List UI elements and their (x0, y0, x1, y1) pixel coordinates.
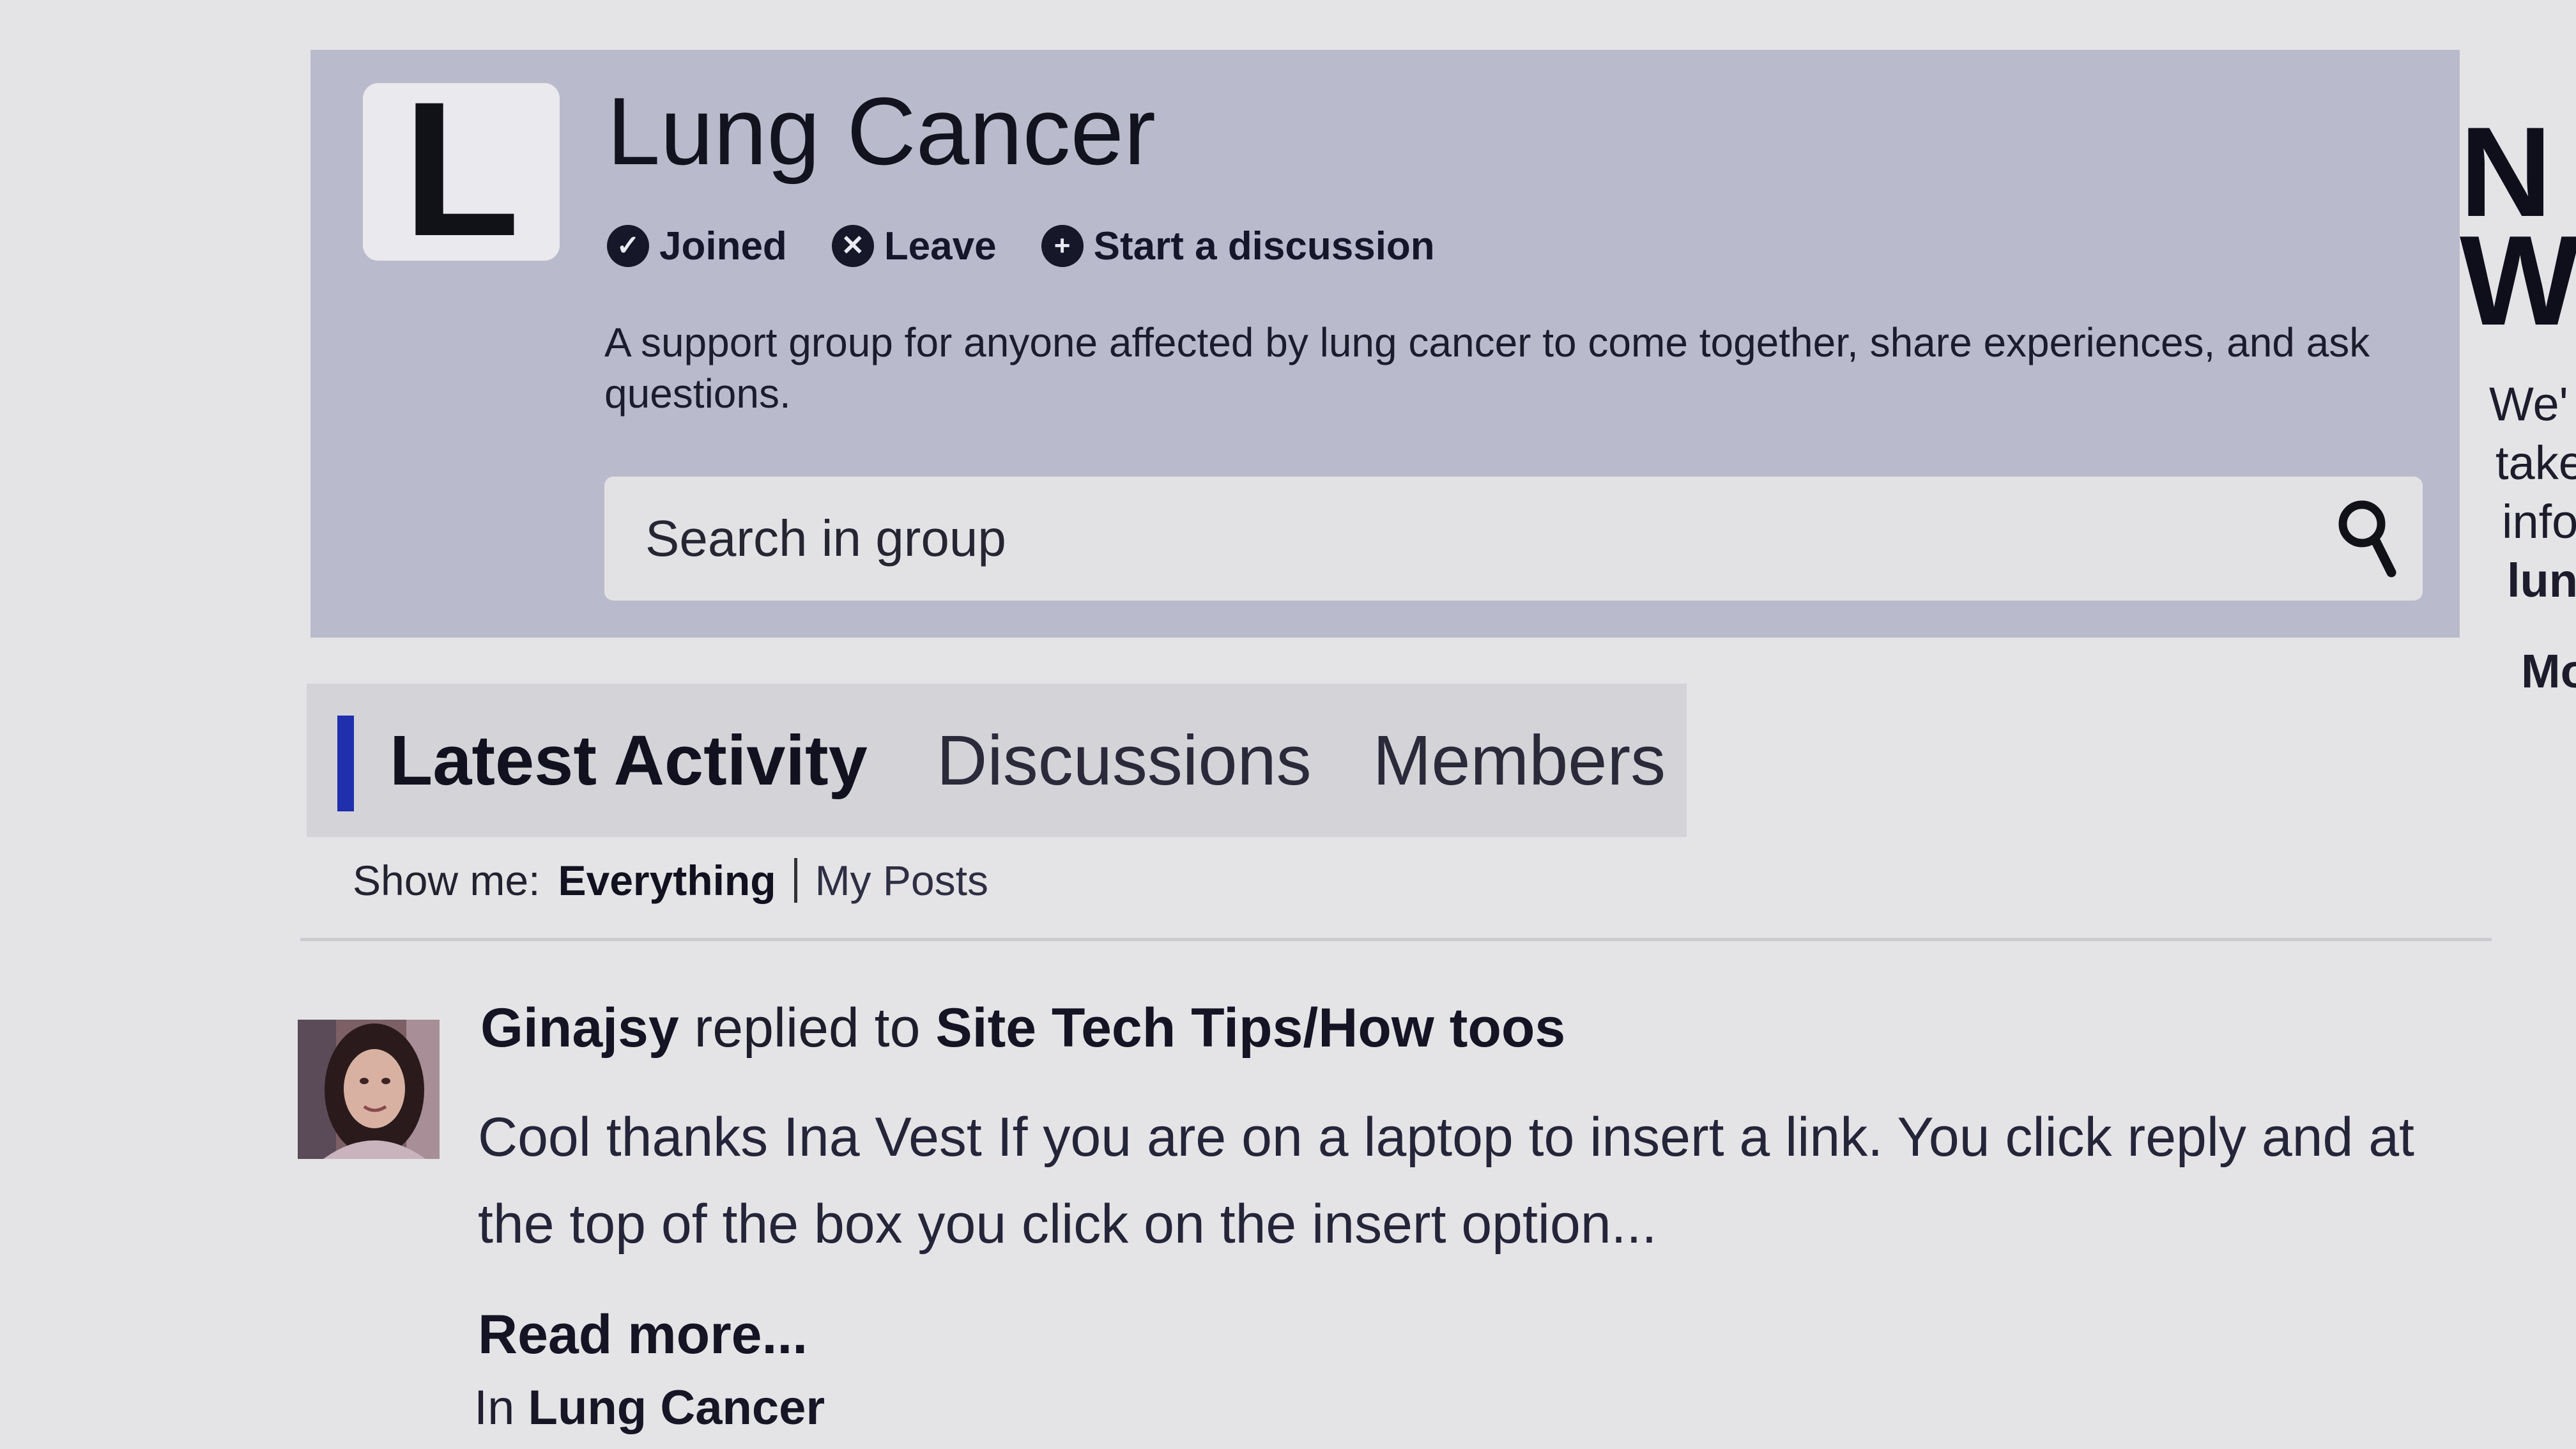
read-more-link[interactable]: Read more... (478, 1303, 808, 1367)
group-description: A support group for anyone affected by l… (604, 319, 2370, 417)
sidebar-text-line-3: info (2502, 495, 2576, 548)
search-icon (2338, 500, 2396, 578)
filter-divider (793, 858, 797, 903)
filter-my-posts[interactable]: My Posts (815, 856, 988, 905)
section-divider (300, 938, 2492, 941)
in-label: In (474, 1381, 515, 1435)
check-icon: ✓ (607, 225, 649, 267)
activity-user-link[interactable]: Ginajsy (480, 997, 679, 1059)
tab-latest-activity[interactable]: Latest Activity (307, 684, 906, 837)
group-search-input[interactable] (604, 477, 2423, 601)
sidebar-more-link[interactable]: Mo (2521, 644, 2576, 698)
activity-group-link[interactable]: Lung Cancer (528, 1381, 825, 1435)
group-logo-letter: L (402, 61, 520, 276)
plus-icon: + (1041, 225, 1084, 267)
activity-group-ref: In Lung Cancer (474, 1380, 825, 1436)
activity-verb: replied to (694, 997, 921, 1059)
group-title: Lung Cancer (607, 77, 1156, 185)
filter-label: Show me: (353, 857, 540, 904)
group-logo: L (363, 73, 560, 264)
right-sidebar: N W We' take info lun Mo (2460, 96, 2576, 703)
joined-button[interactable]: ✓ Joined (607, 224, 787, 269)
leave-button[interactable]: ✕ Leave (831, 224, 997, 269)
start-discussion-label: Start a discussion (1093, 224, 1435, 268)
activity-filter: Show me: Everything My Posts (353, 856, 988, 905)
close-icon: ✕ (831, 225, 874, 267)
sidebar-text-line-2: take (2496, 436, 2576, 489)
user-avatar[interactable] (298, 1020, 440, 1159)
joined-label: Joined (659, 224, 787, 268)
search-button[interactable] (2326, 491, 2409, 586)
filter-everything[interactable]: Everything (558, 856, 776, 905)
sidebar-text-line-1: We' (2489, 378, 2568, 431)
page: L Lung Cancer ✓ Joined ✕ Leave + Start a… (0, 0, 2576, 1449)
tab-discussions[interactable]: Discussions (906, 684, 1342, 837)
activity-topic-link[interactable]: Site Tech Tips/How toos (935, 997, 1565, 1059)
sidebar-heading-line-2: W (2460, 210, 2576, 352)
group-actions: ✓ Joined ✕ Leave + Start a discussion (607, 217, 1435, 275)
group-tabs: Latest Activity Discussions Members (307, 684, 1687, 837)
tab-members[interactable]: Members (1342, 684, 1696, 837)
sidebar-text-line-4: lun (2507, 554, 2576, 607)
leave-label: Leave (884, 224, 997, 268)
start-discussion-button[interactable]: + Start a discussion (1041, 224, 1435, 269)
activity-headline: Ginajsy replied to Site Tech Tips/How to… (480, 997, 1565, 1060)
avatar-image (298, 1020, 440, 1159)
activity-excerpt: Cool thanks Ina Vest If you are on a lap… (478, 1107, 2414, 1255)
